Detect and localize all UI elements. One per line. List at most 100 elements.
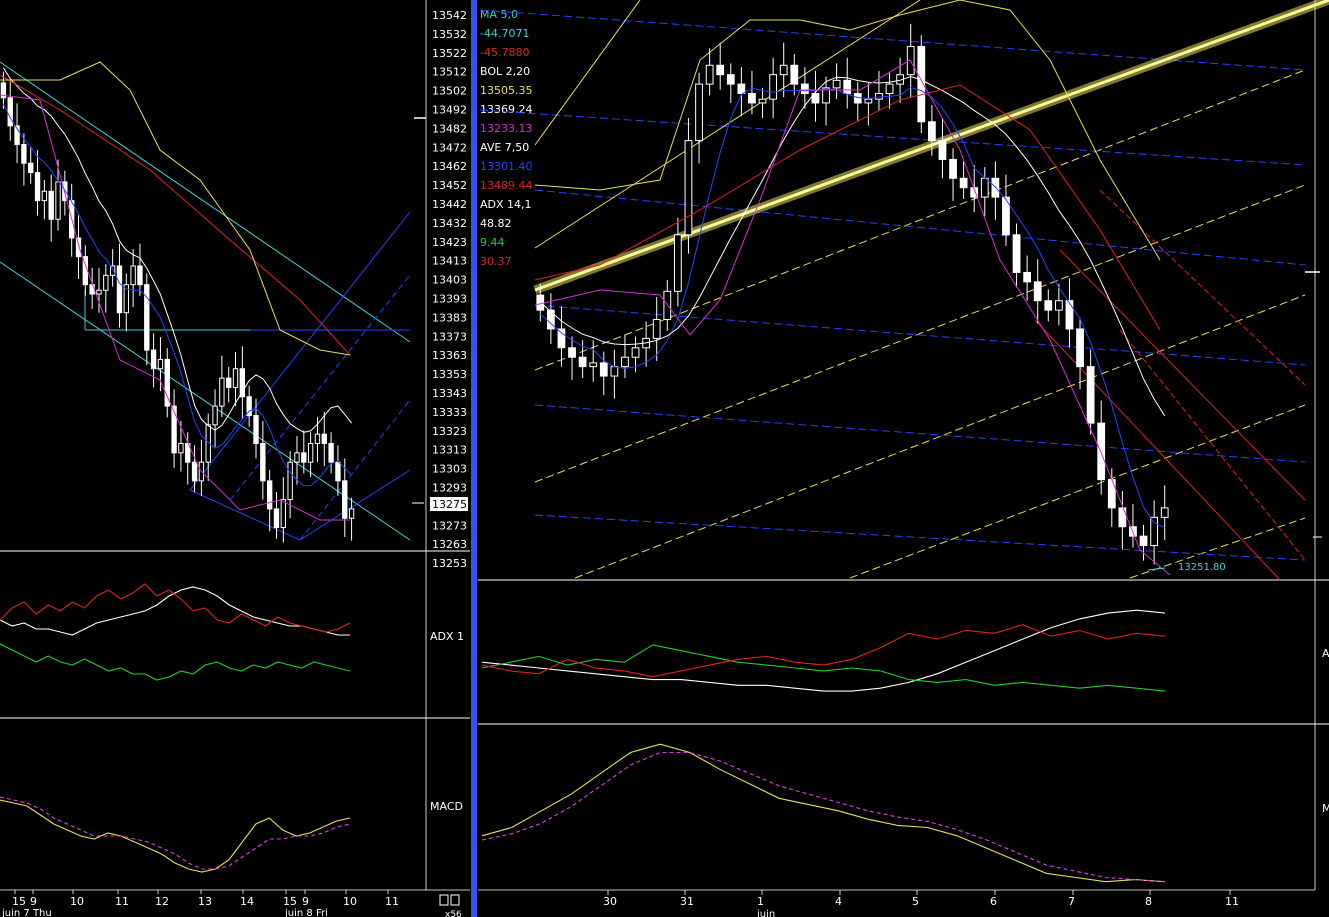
left-price-tick-2: 13522	[432, 47, 467, 60]
left-candle-22	[150, 349, 157, 370]
right-red-ma	[534, 84, 1161, 331]
right-candle-8	[621, 356, 629, 368]
left-time-tick-10: 11	[385, 895, 399, 908]
legend-line-1: -44.7071	[480, 27, 529, 40]
legend-line-4: 13505.35	[480, 84, 533, 97]
left-price-tick-3: 13512	[432, 66, 467, 79]
right-candle-15	[695, 83, 703, 142]
trading-chart-window: 13542 13532 13522 13512 13502 13492 13482 13472…	[0, 0, 1329, 917]
left-time-tick-9: 10	[343, 895, 357, 908]
left-candle-46	[314, 433, 321, 444]
left-price-tick-25: 13293	[432, 482, 467, 495]
left-candle-31	[212, 405, 218, 426]
left-blue-ma	[2, 103, 352, 487]
left-price-tick-22: 13323	[432, 425, 467, 438]
left-candle-41	[280, 499, 287, 529]
right-date-label: juin	[756, 909, 775, 917]
right-candle-20	[748, 93, 756, 104]
left-time-tick-4: 12	[155, 895, 169, 908]
left-candle-17	[116, 265, 123, 314]
right-time-tick-8: 11	[1225, 895, 1239, 908]
right-candle-2	[557, 328, 566, 349]
right-candle-54	[1107, 479, 1116, 509]
right-red-channel-0	[1059, 249, 1306, 501]
left-white-ma	[2, 67, 352, 433]
right-macd-series-0	[481, 743, 1166, 883]
left-time-tick-3: 11	[115, 895, 129, 908]
legend-line-2: -45.7880	[480, 46, 529, 59]
left-candle-43	[294, 452, 300, 463]
right-candle-39	[949, 158, 957, 179]
left-price-tick-13: 13413	[432, 255, 467, 268]
left-candle-47	[321, 433, 327, 444]
right-blue-dashed-2	[534, 189, 1306, 266]
right-time-tick-0: 30	[603, 895, 617, 908]
right-candle-25	[800, 83, 809, 95]
left-candle-3	[21, 144, 27, 164]
left-macd-series-1	[0, 796, 351, 870]
left-blue-channel-2	[229, 274, 411, 501]
left-candle-8	[55, 181, 61, 220]
right-candle-5	[589, 362, 598, 368]
right-candle-49	[1054, 300, 1063, 311]
left-blue-channel-1	[189, 211, 411, 491]
left-candle-34	[232, 368, 239, 388]
right-time-tick-6: 7	[1068, 895, 1075, 908]
right-candle-50	[1065, 300, 1074, 330]
right-macd-series-1	[481, 751, 1166, 883]
left-candle-20	[137, 265, 143, 286]
left-price-tick-10: 13442	[432, 198, 467, 211]
right-candle-31	[864, 98, 873, 104]
left-date-label-0: juin 7 Thu	[1, 908, 52, 917]
chart-canvas[interactable]: 1354213532135221351213502134921348213472…	[0, 0, 1329, 917]
left-candle-15	[103, 274, 109, 291]
right-time-tick-1: 31	[680, 895, 694, 908]
right-candle-4	[578, 356, 587, 368]
left-price-tick-16: 13383	[432, 311, 467, 324]
scroll-box-2[interactable]	[450, 894, 460, 906]
right-candle-57	[1139, 535, 1148, 547]
left-adx-series-1	[0, 643, 351, 681]
right-time-tick-3: 4	[835, 895, 842, 908]
left-candle-23	[157, 358, 164, 370]
left-price-tick-29: 13253	[432, 557, 467, 570]
legend-line-10: ADX 14,1	[480, 198, 532, 211]
left-time-tick-6: 14	[240, 895, 254, 908]
left-price-tick-15: 13393	[432, 293, 467, 306]
scroll-box-1[interactable]	[439, 894, 449, 906]
left-candle-21	[144, 284, 150, 351]
right-blue-dashed-3	[534, 304, 1306, 366]
left-candle-37	[253, 414, 259, 444]
left-candle-51	[348, 508, 355, 519]
left-candle-50	[342, 480, 348, 519]
left-cyan-channel-lower	[0, 261, 411, 541]
right-red-channel-3	[1119, 329, 1306, 561]
left-price-tick-6: 13482	[432, 122, 467, 135]
left-adx-series-2	[0, 583, 351, 633]
left-candle-26	[178, 442, 184, 454]
right-candle-33	[885, 83, 894, 95]
right-candle-22	[769, 74, 778, 100]
left-price-tick-21: 13333	[432, 406, 467, 419]
right-low-annotation: 13251.80	[1178, 562, 1226, 573]
right-adx-series-1	[481, 644, 1166, 692]
left-candle-4	[28, 162, 34, 174]
left-price-tick-7: 13472	[432, 141, 467, 154]
left-price-tick-17: 13373	[432, 330, 467, 343]
right-candle-6	[599, 362, 608, 377]
right-time-tick-2: 1	[757, 895, 764, 908]
right-yellow-solid-1	[534, 0, 921, 249]
right-candle-7	[610, 366, 619, 377]
left-candle-1	[7, 97, 13, 127]
left-time-tick-8: 9	[302, 895, 309, 908]
right-candle-45	[1012, 234, 1021, 273]
right-candle-42	[980, 177, 989, 198]
left-candle-7	[48, 190, 54, 220]
left-candle-40	[273, 508, 280, 529]
right-candle-51	[1076, 328, 1084, 368]
right-candle-52	[1086, 366, 1095, 424]
current-price-label: 13275	[432, 498, 467, 511]
right-candle-19	[737, 83, 746, 95]
right-time-tick-5: 6	[990, 895, 997, 908]
right-yellow-dashed-2	[574, 294, 1306, 579]
